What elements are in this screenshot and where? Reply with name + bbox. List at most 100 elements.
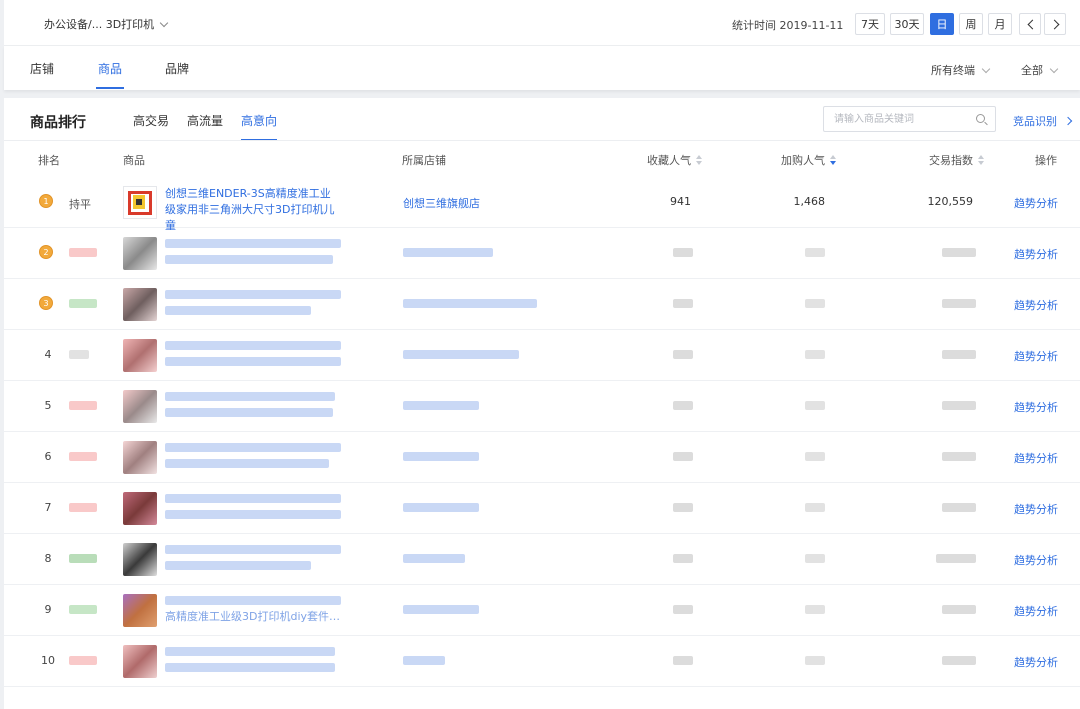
blurred-title-line [165, 510, 341, 519]
trend-analysis-link[interactable]: 趋势分析 [1014, 654, 1058, 670]
shop-link[interactable]: 创想三维旗舰店 [403, 195, 480, 211]
trade-index-value: 120,559 [927, 195, 974, 208]
trend-analysis-link[interactable]: 趋势分析 [1014, 246, 1058, 262]
blurred-shop [403, 554, 465, 563]
prev-date-button[interactable] [1019, 13, 1041, 35]
medal-icon: 3 [39, 296, 53, 310]
blurred-cart [805, 503, 825, 512]
blurred-title-line [165, 239, 341, 248]
rank-number: 8 [44, 552, 52, 565]
blurred-rank-change [69, 350, 89, 359]
next-date-button[interactable] [1044, 13, 1066, 35]
product-thumbnail[interactable] [123, 186, 157, 219]
product-title-link[interactable]: 创想三维ENDER-3S高精度准工业级家用非三角洲大尺寸3D打印机儿童 [165, 186, 341, 234]
competitor-identify-link[interactable]: 竞品识别 [1013, 113, 1073, 129]
blurred-thumbnail[interactable] [123, 237, 157, 270]
trend-analysis-link[interactable]: 趋势分析 [1014, 603, 1058, 619]
blurred-rank-change [69, 452, 97, 461]
divider [4, 140, 1080, 141]
blurred-thumbnail[interactable] [123, 492, 157, 525]
blurred-shop [403, 656, 445, 665]
blurred-title-line [165, 647, 335, 656]
period-30days-button[interactable]: 30天 [890, 13, 924, 35]
trend-analysis-link[interactable]: 趋势分析 [1014, 195, 1058, 211]
blurred-cart [805, 350, 825, 359]
table-row: 4 趋势分析 [4, 330, 1080, 381]
blurred-shop [403, 350, 519, 359]
blurred-title-line [165, 443, 341, 452]
blurred-trade-index [936, 554, 976, 563]
search-icon[interactable] [976, 114, 985, 123]
blurred-title-line [165, 596, 341, 605]
blurred-title-line [165, 408, 333, 417]
tab-product[interactable]: 商品 [95, 60, 125, 89]
blurred-thumbnail[interactable] [123, 390, 157, 423]
blurred-thumbnail[interactable] [123, 543, 157, 576]
blurred-favorites [673, 452, 693, 461]
blurred-thumbnail[interactable] [123, 594, 157, 627]
stat-time-value: 2019-11-11 [779, 19, 844, 32]
blurred-cart [805, 248, 825, 257]
table-row: 9 高精度准工业级3D打印机diy套件… 趋势分析 [4, 585, 1080, 636]
tab-high-traffic[interactable]: 高流量 [187, 112, 223, 129]
product-title-partial[interactable]: 高精度准工业级3D打印机diy套件… [165, 609, 341, 625]
competitor-identify-label: 竞品识别 [1013, 115, 1057, 128]
blurred-thumbnail[interactable] [123, 441, 157, 474]
blurred-favorites [673, 350, 693, 359]
period-month-button[interactable]: 月 [988, 13, 1012, 35]
blurred-thumbnail[interactable] [123, 645, 157, 678]
blurred-rank-change [69, 299, 97, 308]
blurred-title-line [165, 663, 335, 672]
rank-number: 4 [44, 348, 52, 361]
blurred-title-line [165, 306, 311, 315]
column-header-product: 商品 [123, 154, 145, 167]
table-row: 8 趋势分析 [4, 534, 1080, 585]
tab-high-trade[interactable]: 高交易 [133, 112, 169, 129]
terminal-filter-dropdown[interactable]: 所有终端 [931, 62, 991, 78]
blurred-favorites [673, 656, 693, 665]
blurred-favorites [673, 503, 693, 512]
period-week-button[interactable]: 周 [959, 13, 983, 35]
chevron-right-icon [1063, 116, 1073, 126]
blurred-trade-index [942, 248, 976, 257]
blurred-title-line [165, 341, 341, 350]
period-7days-button[interactable]: 7天 [855, 13, 885, 35]
rank-number: 6 [44, 450, 52, 463]
column-header-favorites-label: 收藏人气 [647, 154, 691, 167]
tab-shop[interactable]: 店铺 [30, 60, 54, 77]
trend-analysis-link[interactable]: 趋势分析 [1014, 450, 1058, 466]
trend-analysis-link[interactable]: 趋势分析 [1014, 552, 1058, 568]
trend-analysis-link[interactable]: 趋势分析 [1014, 501, 1058, 517]
blurred-thumbnail[interactable] [123, 288, 157, 321]
scope-filter-dropdown[interactable]: 全部 [1021, 62, 1059, 78]
column-header-trade-index[interactable]: 交易指数 [929, 152, 984, 168]
table-row: 7 趋势分析 [4, 483, 1080, 534]
table-row: 10 趋势分析 [4, 636, 1080, 687]
trend-analysis-link[interactable]: 趋势分析 [1014, 399, 1058, 415]
favorites-value: 941 [670, 195, 691, 208]
tab-brand[interactable]: 品牌 [165, 60, 189, 77]
trend-analysis-link[interactable]: 趋势分析 [1014, 348, 1058, 364]
blurred-title-line [165, 357, 341, 366]
scope-filter-label: 全部 [1021, 64, 1043, 77]
column-header-favorites[interactable]: 收藏人气 [647, 152, 702, 168]
product-search-input[interactable] [824, 107, 964, 131]
chevron-down-icon [1049, 64, 1059, 73]
period-day-button[interactable]: 日 [930, 13, 954, 35]
blurred-favorites [673, 299, 693, 308]
blurred-rank-change [69, 605, 97, 614]
panel-title: 商品排行 [30, 115, 86, 131]
rank-number: 7 [44, 501, 52, 514]
sort-icon [978, 155, 984, 165]
tab-high-intent[interactable]: 高意向 [241, 112, 278, 141]
top-bar: 办公设备/... 3D打印机 统计时间 2019-11-11 7天 30天 日 … [4, 0, 1080, 46]
rank-number: 9 [44, 603, 52, 616]
column-header-cart[interactable]: 加购人气 [781, 152, 836, 168]
printer-body-icon [133, 195, 145, 209]
blurred-cart [805, 452, 825, 461]
blurred-title-line [165, 255, 333, 264]
category-breadcrumb[interactable]: 办公设备/... 3D打印机 [44, 16, 169, 32]
blurred-thumbnail[interactable] [123, 339, 157, 372]
blurred-favorites [673, 554, 693, 563]
trend-analysis-link[interactable]: 趋势分析 [1014, 297, 1058, 313]
